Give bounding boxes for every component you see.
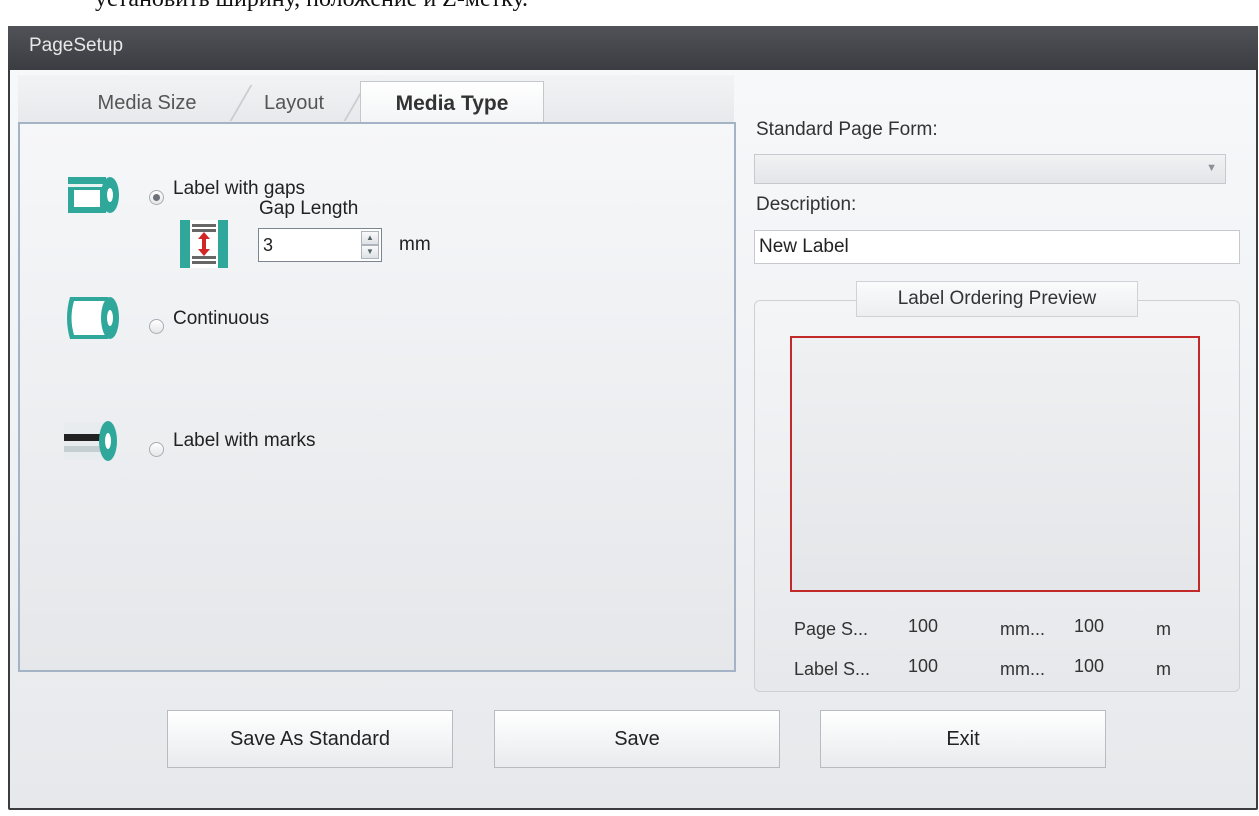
gap-length-icon (180, 220, 228, 268)
spin-up-button[interactable]: ▲ (361, 231, 379, 245)
description-field[interactable] (754, 230, 1240, 264)
title-bar[interactable]: PageSetup (8, 26, 1258, 70)
save-as-standard-button[interactable]: Save As Standard (167, 710, 453, 768)
label-marks-roll-icon (64, 421, 117, 461)
page-size-unit-2: m (1156, 619, 1171, 639)
page-size-width: 100 (908, 616, 939, 636)
continuous-label: Continuous (173, 308, 270, 329)
label-ordering-preview-title: Label Ordering Preview (856, 281, 1138, 317)
label-size-label: Label S... (794, 659, 871, 679)
gap-length-stepper[interactable]: ▲ ▼ (258, 228, 382, 262)
tab-media-type[interactable]: Media Type (360, 81, 544, 125)
label-size-width: 100 (908, 656, 939, 676)
page-size-unit: mm... (1000, 619, 1045, 639)
chevron-down-icon[interactable]: ▼ (1206, 162, 1217, 174)
standard-page-form-select[interactable]: ▼ (754, 154, 1226, 184)
gap-length-input[interactable] (263, 233, 355, 257)
document-text-fragment: установить ширину, положение и Z-метку. (95, 0, 528, 13)
label-with-gaps-radio[interactable] (149, 190, 164, 205)
tab-strip: Media Size Layout Media Type (18, 75, 734, 125)
save-button[interactable]: Save (494, 710, 780, 768)
page-size-label: Page S... (794, 619, 869, 639)
label-size-unit-2: m (1156, 659, 1171, 679)
tab-layout[interactable]: Layout (240, 85, 348, 121)
gap-length-unit: mm (399, 234, 431, 255)
tab-media-size[interactable]: Media Size (62, 85, 232, 121)
dialog-client-area: Media Size Layout Media Type Label with … (10, 70, 1256, 808)
description-label: Description: (756, 194, 857, 215)
gap-length-label: Gap Length (259, 198, 359, 219)
pagesetup-window: PageSetup Media Size Layout Media Type L… (8, 26, 1258, 810)
label-with-marks-label: Label with marks (173, 430, 316, 451)
continuous-radio[interactable] (149, 319, 164, 334)
spin-down-button[interactable]: ▼ (361, 245, 379, 259)
label-with-gaps-label: Label with gaps (173, 178, 306, 199)
continuous-roll-icon (67, 297, 119, 339)
label-size-unit: mm... (1000, 659, 1045, 679)
page-size-height: 100 (1074, 616, 1105, 636)
label-gaps-roll-icon (68, 177, 119, 213)
window-title: PageSetup (29, 35, 124, 56)
media-type-panel (18, 122, 736, 672)
label-with-marks-radio[interactable] (149, 442, 164, 457)
standard-page-form-label: Standard Page Form: (756, 119, 938, 140)
label-size-height: 100 (1074, 656, 1105, 676)
label-preview-area (790, 336, 1200, 592)
exit-button[interactable]: Exit (820, 710, 1106, 768)
